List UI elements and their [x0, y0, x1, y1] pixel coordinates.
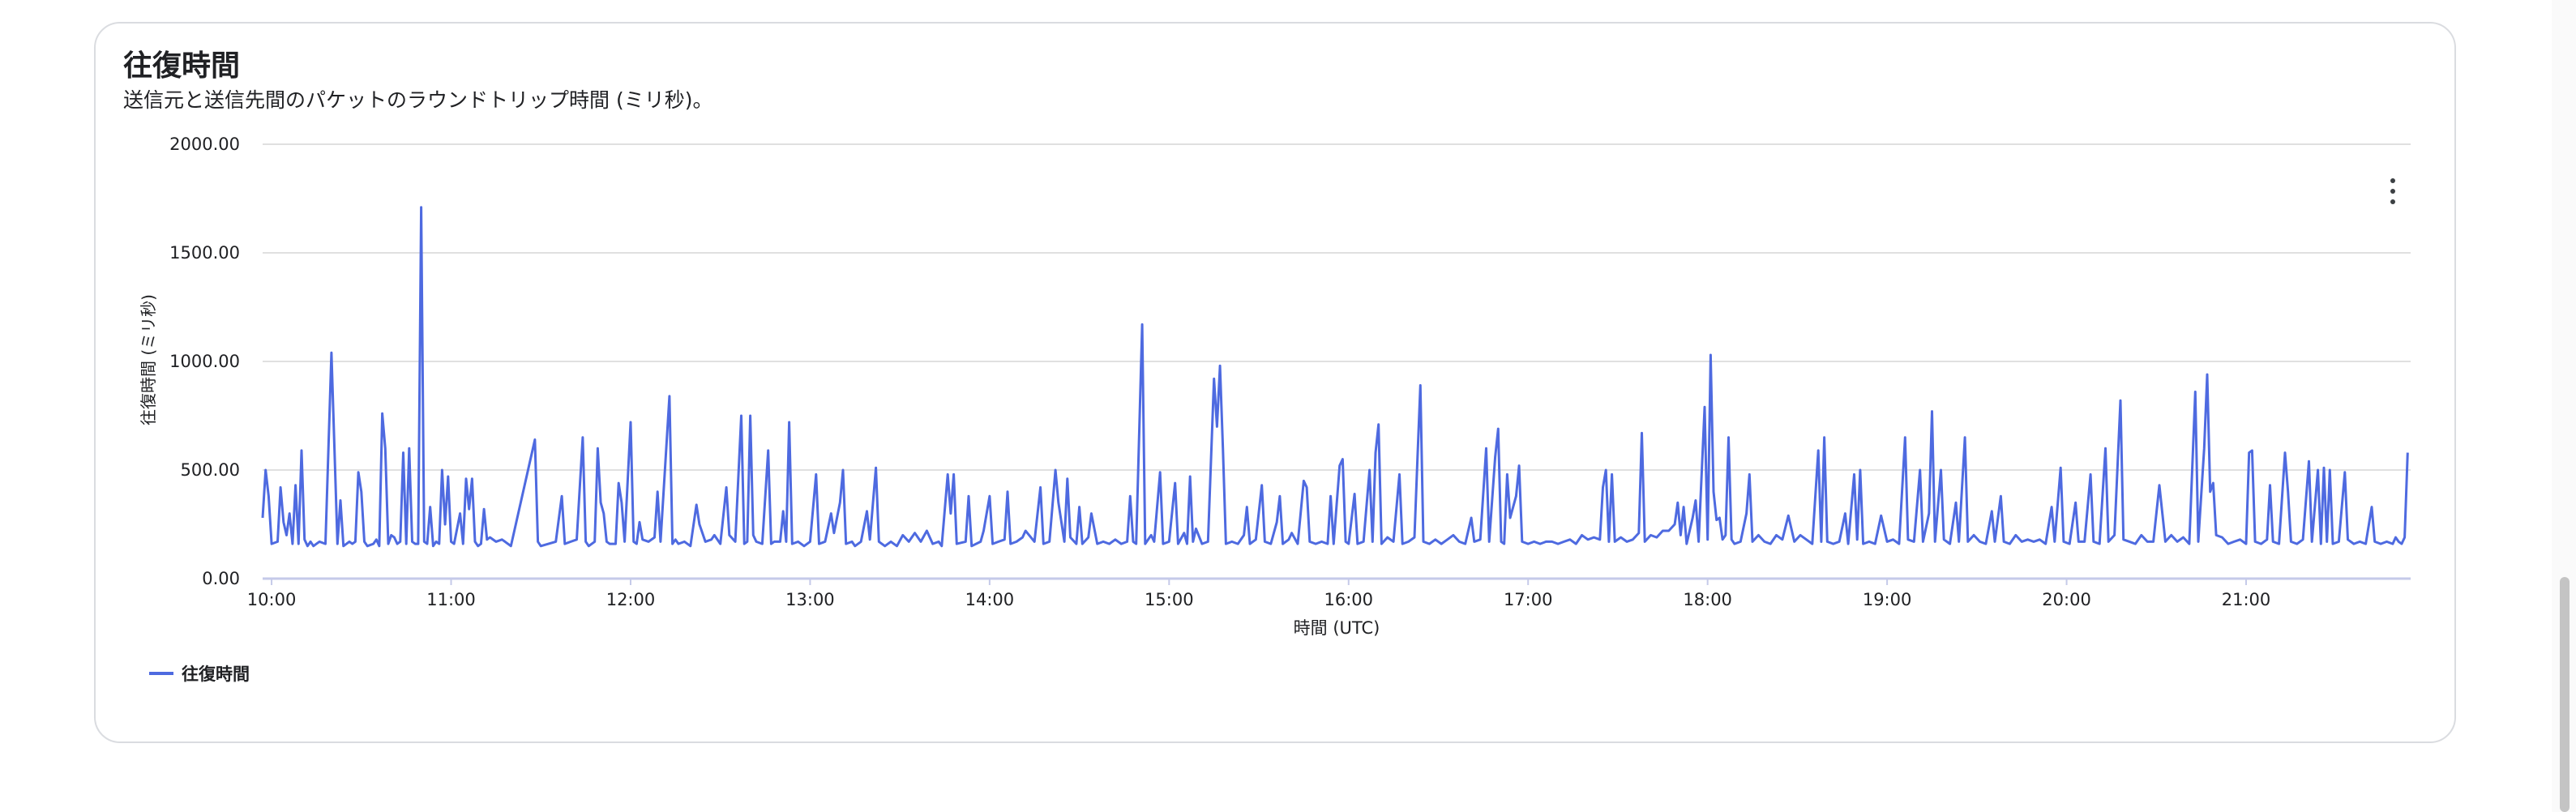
y-tick-label: 1500.00: [169, 243, 240, 263]
x-tick-label: 19:00: [1863, 590, 1912, 609]
more-vert-icon: [2390, 178, 2395, 183]
page-scrollbar-thumb[interactable]: [2560, 577, 2570, 812]
x-tick-label: 14:00: [965, 590, 1015, 609]
rtt-line-chart: 0.00 500.00 1000.00 1500.00 2000.00 10:00 11:…: [139, 135, 2411, 638]
x-tick-label: 16:00: [1324, 590, 1373, 609]
more-vert-icon-dot: [2390, 199, 2395, 204]
legend-swatch: [149, 672, 173, 675]
x-tick-label: 20:00: [2042, 590, 2091, 609]
series-line-rtt: [261, 206, 2409, 548]
x-axis-label: 時間 (UTC): [1294, 618, 1380, 638]
chart-legend[interactable]: 往復時間: [149, 661, 250, 686]
x-axis-ticks: 10:00 11:00 12:00 13:00 14:00 15:00 16:00 17:00…: [247, 579, 2270, 609]
y-axis-ticks: 0.00 500.00 1000.00 1500.00 2000.00: [169, 135, 240, 588]
x-tick-label: 15:00: [1145, 590, 1194, 609]
x-tick-label: 13:00: [785, 590, 835, 609]
y-tick-label: 1000.00: [169, 352, 240, 371]
x-tick-label: 17:00: [1504, 590, 1553, 609]
y-tick-label: 0.00: [202, 569, 240, 588]
x-tick-label: 21:00: [2222, 590, 2271, 609]
x-tick-label: 12:00: [606, 590, 656, 609]
x-tick-label: 11:00: [426, 590, 476, 609]
legend-label: 往復時間: [182, 665, 250, 684]
x-tick-label: 10:00: [247, 590, 297, 609]
more-vert-icon-dot: [2390, 189, 2395, 194]
y-axis-label: 往復時間 (ミリ秒): [139, 294, 158, 425]
y-tick-label: 2000.00: [169, 135, 240, 154]
chart-menu-button[interactable]: [2377, 173, 2409, 209]
series-group: [261, 206, 2409, 548]
y-tick-label: 500.00: [181, 460, 240, 480]
x-tick-label: 18:00: [1683, 590, 1732, 609]
